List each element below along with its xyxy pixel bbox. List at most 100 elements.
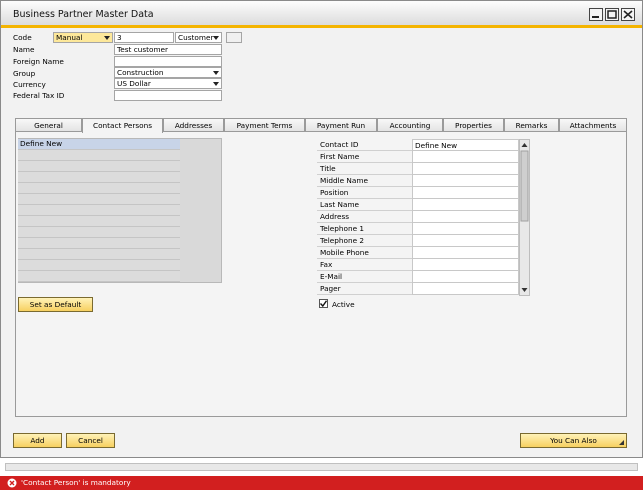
code-series-value: Manual: [56, 33, 83, 42]
you-can-also-button[interactable]: You Can Also: [520, 433, 627, 448]
chevron-down-icon: [104, 36, 110, 40]
checkmark-icon: [319, 300, 328, 308]
bottom-strip: [5, 463, 638, 471]
list-item-empty[interactable]: [18, 161, 180, 172]
name-input[interactable]: Test customer: [114, 44, 222, 55]
scroll-up-icon[interactable]: [521, 143, 528, 147]
tab-accounting[interactable]: Accounting: [377, 118, 443, 132]
fax-input[interactable]: [412, 259, 519, 271]
list-item-empty[interactable]: [18, 194, 180, 205]
pager-input[interactable]: [412, 283, 519, 295]
tab-bar: General Contact Persons Addresses Paymen…: [15, 118, 627, 133]
list-item-empty[interactable]: [18, 238, 180, 249]
chevron-down-icon: [213, 71, 219, 75]
telephone-2-label: Telephone 2: [317, 235, 412, 247]
contact-id-input[interactable]: Define New: [412, 139, 519, 151]
tab-contact-persons[interactable]: Contact Persons: [82, 118, 163, 133]
code-label: Code: [13, 33, 32, 42]
cancel-button[interactable]: Cancel: [66, 433, 115, 448]
list-item-empty[interactable]: [18, 172, 180, 183]
corner-arrow-icon: [619, 440, 624, 445]
customer-type-dropdown[interactable]: Customer: [175, 32, 222, 43]
first-name-input[interactable]: [412, 151, 519, 163]
address-input[interactable]: [412, 211, 519, 223]
add-button[interactable]: Add: [13, 433, 62, 448]
close-icon: [623, 10, 633, 19]
middle-name-input[interactable]: [412, 175, 519, 187]
you-can-also-label: You Can Also: [550, 436, 597, 445]
list-item-empty[interactable]: [18, 271, 180, 282]
scroll-thumb[interactable]: [520, 150, 529, 222]
currency-value: US Dollar: [117, 79, 151, 88]
group-value: Construction: [117, 68, 164, 77]
customer-type-value: Customer: [178, 33, 214, 42]
position-label: Position: [317, 187, 412, 199]
maximize-button[interactable]: [605, 8, 619, 21]
code-input[interactable]: 3: [114, 32, 174, 43]
chevron-down-icon: [213, 82, 219, 86]
list-item-empty[interactable]: [18, 260, 180, 271]
code-series-dropdown[interactable]: Manual: [53, 32, 113, 43]
tab-properties[interactable]: Properties: [443, 118, 504, 132]
group-label: Group: [13, 69, 36, 78]
tab-attachments[interactable]: Attachments: [559, 118, 627, 132]
foreign-name-label: Foreign Name: [13, 57, 64, 66]
middle-name-label: Middle Name: [317, 175, 412, 187]
currency-label: Currency: [13, 80, 46, 89]
telephone-2-input[interactable]: [412, 235, 519, 247]
title-label: Title: [317, 163, 412, 175]
tab-remarks[interactable]: Remarks: [504, 118, 559, 132]
active-label: Active: [332, 300, 355, 309]
active-checkbox[interactable]: [319, 299, 328, 308]
status-bar: 'Contact Person' is mandatory: [0, 476, 643, 490]
tab-addresses[interactable]: Addresses: [163, 118, 224, 132]
currency-dropdown[interactable]: US Dollar: [114, 78, 222, 89]
minimize-icon: [592, 16, 599, 18]
address-label: Address: [317, 211, 412, 223]
name-label: Name: [13, 45, 35, 54]
detail-scrollbar[interactable]: [519, 139, 530, 296]
fax-label: Fax: [317, 259, 412, 271]
contact-id-label: Contact ID: [317, 139, 412, 151]
mobile-phone-label: Mobile Phone: [317, 247, 412, 259]
maximize-icon: [607, 10, 617, 19]
list-item-empty[interactable]: [18, 249, 180, 260]
status-message: 'Contact Person' is mandatory: [21, 478, 131, 487]
title-input[interactable]: [412, 163, 519, 175]
position-input[interactable]: [412, 187, 519, 199]
scrollbar-graphic: [520, 143, 529, 292]
title-bar[interactable]: Business Partner Master Data: [1, 1, 642, 28]
error-icon: [7, 478, 17, 488]
federal-tax-id-label: Federal Tax ID: [13, 91, 65, 100]
chevron-down-icon: [213, 36, 219, 40]
tab-general[interactable]: General: [15, 118, 82, 132]
scroll-down-icon[interactable]: [521, 288, 528, 292]
tab-payment-run[interactable]: Payment Run: [305, 118, 377, 132]
first-name-label: First Name: [317, 151, 412, 163]
minimize-button[interactable]: [589, 8, 603, 21]
list-item-empty[interactable]: [18, 227, 180, 238]
last-name-input[interactable]: [412, 199, 519, 211]
telephone-1-input[interactable]: [412, 223, 519, 235]
window-title: Business Partner Master Data: [13, 9, 154, 20]
bp-master-data-window: Business Partner Master Data Code Manual…: [0, 0, 643, 458]
list-item-empty[interactable]: [18, 205, 180, 216]
set-as-default-button[interactable]: Set as Default: [18, 297, 93, 312]
list-item-empty[interactable]: [18, 216, 180, 227]
list-item-empty[interactable]: [18, 150, 180, 161]
mobile-phone-input[interactable]: [412, 247, 519, 259]
telephone-1-label: Telephone 1: [317, 223, 412, 235]
email-input[interactable]: [412, 271, 519, 283]
group-dropdown[interactable]: Construction: [114, 67, 222, 78]
pager-label: Pager: [317, 283, 412, 295]
federal-tax-id-input[interactable]: [114, 90, 222, 101]
close-button[interactable]: [621, 8, 635, 21]
code-extra-box[interactable]: [226, 32, 242, 43]
list-item-empty[interactable]: [18, 183, 180, 194]
last-name-label: Last Name: [317, 199, 412, 211]
contact-detail-grid: Contact ID Define New First Name Title M…: [317, 139, 519, 296]
tab-payment-terms[interactable]: Payment Terms: [224, 118, 305, 132]
email-label: E-Mail: [317, 271, 412, 283]
list-item[interactable]: Define New: [18, 139, 180, 150]
foreign-name-input[interactable]: [114, 56, 222, 67]
